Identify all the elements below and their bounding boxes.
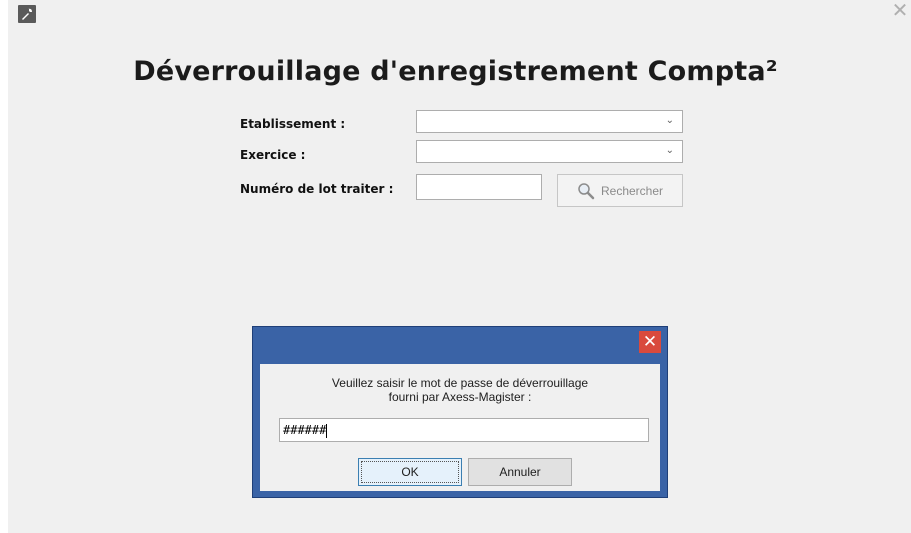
ok-button[interactable]: OK [358, 458, 462, 486]
search-button[interactable]: Rechercher [557, 174, 683, 207]
exercice-dropdown[interactable]: ⌄ [416, 140, 683, 163]
lot-number-input[interactable] [416, 174, 542, 200]
password-input[interactable]: ###### [279, 418, 649, 442]
password-dialog: ✕ Veuillez saisir le mot de passe de dév… [252, 326, 668, 498]
page-title: Déverrouillage d'enregistrement Compta² [133, 56, 778, 87]
dialog-body: Veuillez saisir le mot de passe de déver… [260, 364, 660, 491]
magnifier-icon [578, 182, 595, 199]
dialog-message: Veuillez saisir le mot de passe de déver… [260, 376, 660, 404]
chevron-down-icon: ⌄ [665, 115, 674, 126]
etablissement-label: Etablissement : [240, 117, 346, 131]
focus-rectangle [361, 461, 459, 483]
cancel-button-label: Annuler [499, 465, 541, 479]
wrench-icon [18, 5, 36, 23]
search-button-label: Rechercher [600, 183, 664, 198]
dialog-message-line1: Veuillez saisir le mot de passe de déver… [331, 376, 589, 390]
lot-number-label: Numéro de lot traiter : [240, 182, 394, 196]
exercice-label: Exercice : [240, 148, 306, 162]
etablissement-dropdown[interactable]: ⌄ [416, 110, 683, 133]
cancel-button[interactable]: Annuler [468, 458, 572, 486]
close-icon[interactable]: ✕ [639, 331, 661, 353]
window-close-icon[interactable]: ✕ [889, 0, 911, 22]
text-caret [326, 423, 328, 438]
password-value: ###### [283, 423, 327, 437]
dialog-message-line2: fourni par Axess-Magister : [388, 390, 532, 404]
chevron-down-icon: ⌄ [665, 145, 674, 156]
